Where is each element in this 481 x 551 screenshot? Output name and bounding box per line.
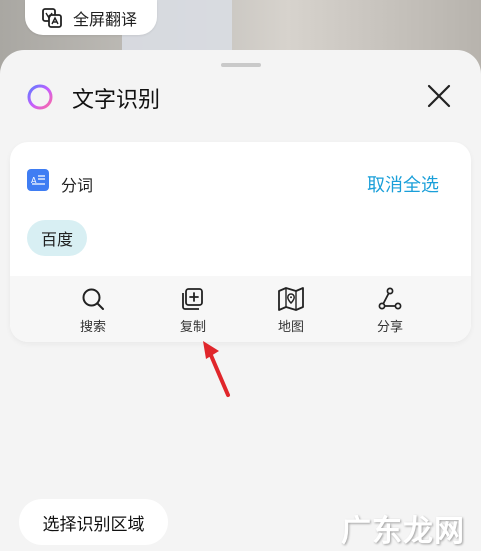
red-arrow-annotation <box>203 341 230 397</box>
search-action-button[interactable]: 搜索 <box>48 276 138 342</box>
map-icon <box>278 287 304 311</box>
app-logo-icon <box>27 84 53 110</box>
word-chip[interactable]: 百度 <box>27 220 88 256</box>
map-action-label: 地图 <box>277 320 304 335</box>
share-icon <box>378 287 402 310</box>
share-action-label: 分享 <box>376 320 403 335</box>
recognized-text-card: A 分词 取消全选 百度 搜索 复制 地图 分享 <box>10 142 471 342</box>
text-recognition-sheet: 文字识别 A 分词 取消全选 百度 搜索 复制 地图 分享 <box>0 50 481 551</box>
deselect-all-button[interactable]: 取消全选 <box>367 171 439 197</box>
copy-action-button[interactable]: 复制 <box>148 276 238 342</box>
action-bar: 搜索 复制 地图 分享 <box>10 276 471 342</box>
close-icon[interactable] <box>425 82 453 110</box>
sheet-drag-handle[interactable] <box>221 63 261 67</box>
copy-icon <box>182 288 203 310</box>
map-action-button[interactable]: 地图 <box>246 276 336 342</box>
select-region-button[interactable]: 选择识别区域 <box>19 499 168 545</box>
fullscreen-translate-label: 全屏翻译 <box>73 9 138 29</box>
segmentation-icon: A <box>27 169 49 191</box>
watermark-text: 广东龙网 <box>341 514 465 549</box>
fullscreen-translate-button[interactable]: 全屏翻译 <box>25 0 157 35</box>
search-action-label: 搜索 <box>79 320 106 335</box>
share-action-button[interactable]: 分享 <box>345 276 435 342</box>
copy-action-label: 复制 <box>179 320 206 335</box>
segmentation-label: 分词 <box>61 176 94 195</box>
translate-icon <box>42 7 62 28</box>
sheet-title: 文字识别 <box>72 88 161 113</box>
search-icon <box>82 288 104 310</box>
